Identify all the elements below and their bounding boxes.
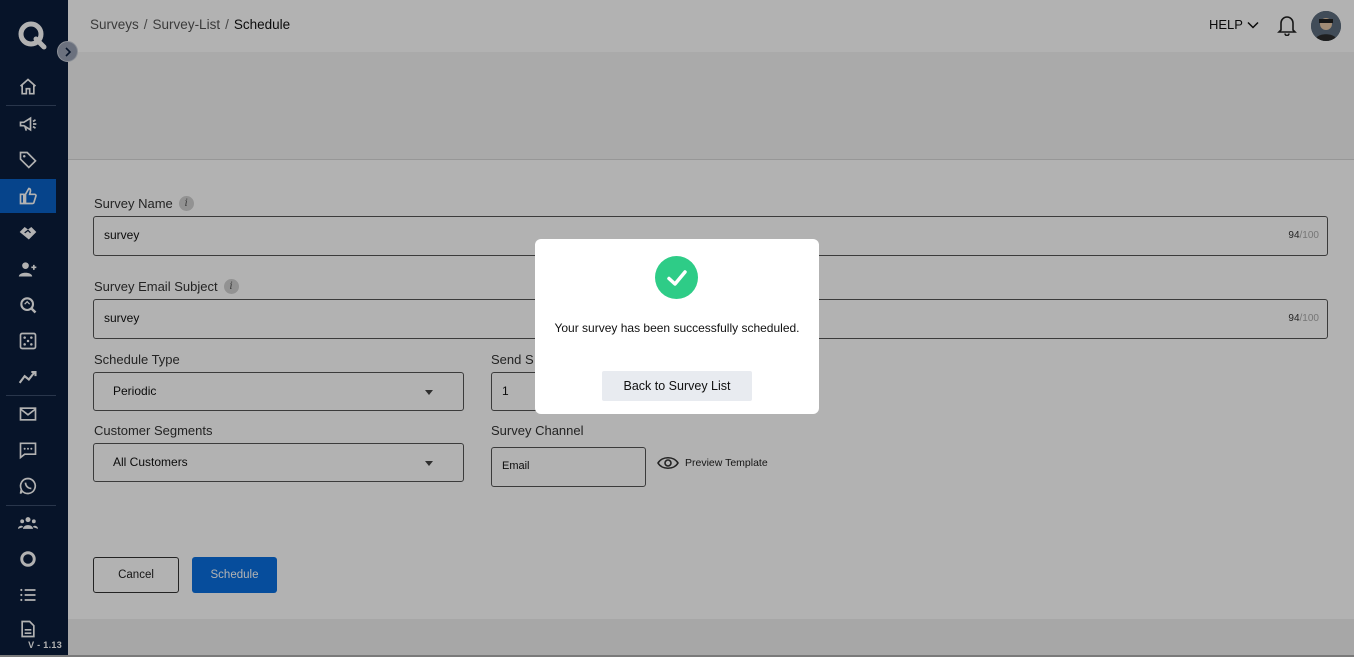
success-message: Your survey has been successfully schedu… bbox=[554, 321, 800, 335]
success-dialog: Your survey has been successfully schedu… bbox=[535, 239, 819, 414]
back-to-survey-list-button[interactable]: Back to Survey List bbox=[602, 371, 752, 401]
success-check-icon bbox=[655, 256, 698, 299]
page-scrollbar[interactable] bbox=[1354, 0, 1366, 657]
